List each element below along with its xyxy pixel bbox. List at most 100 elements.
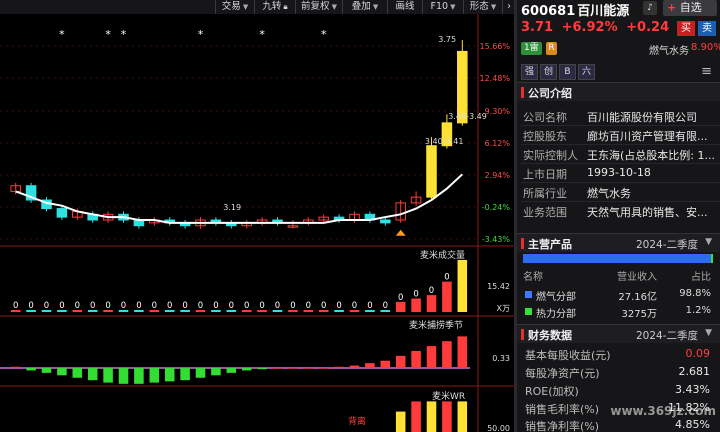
season-bar bbox=[226, 368, 237, 373]
chart-area[interactable]: 交易 ▼ 九转 🔒︎ 前复权 ▼ 叠加 ▼ 画线 F10 ▼ 形态 ▼ › * * * * * * 3.… bbox=[0, 0, 514, 432]
season-bar bbox=[318, 368, 329, 369]
toolbar-jiuzhuan-button[interactable]: 九转 🔒︎ bbox=[254, 0, 295, 14]
volume-value-label: 0 bbox=[90, 301, 95, 311]
toolbar-jiuzhuan-label: 九转 bbox=[262, 1, 282, 12]
product-revenue: 3275万 bbox=[621, 309, 657, 320]
products-section-header[interactable]: 主营产品 2024-二季度 ▼ bbox=[517, 233, 720, 252]
finance-row: ROE(加权) 3.43% bbox=[523, 382, 714, 399]
season-bar bbox=[87, 368, 98, 381]
company-row-value[interactable]: 王东海(占总股本比例: 1... bbox=[587, 147, 717, 163]
rank-badge[interactable]: 1雷 bbox=[521, 42, 542, 55]
chevron-down-icon[interactable]: ▼ bbox=[705, 328, 712, 338]
bell-icon[interactable]: ♪ bbox=[643, 1, 657, 15]
toolbar-more-button[interactable]: › bbox=[502, 0, 514, 14]
rank-label: 雷 bbox=[529, 43, 539, 53]
r-badge[interactable]: R bbox=[546, 42, 557, 55]
chevron-right-icon: › bbox=[507, 1, 511, 12]
axis-tick-label: 9.30% bbox=[484, 107, 510, 116]
finance-section-header[interactable]: 财务数据 2024-二季度 ▼ bbox=[517, 324, 720, 343]
moving-average-line bbox=[15, 173, 463, 224]
company-row: 所属行业 燃气水务 bbox=[521, 183, 720, 202]
company-row-key: 控股股东 bbox=[523, 130, 567, 143]
sell-button[interactable]: 卖 bbox=[698, 21, 716, 36]
volume-value-label: 0 bbox=[44, 301, 49, 311]
industry-label[interactable]: 燃气水务 bbox=[649, 42, 689, 57]
volume-value-label: 0 bbox=[229, 301, 234, 311]
product-name: 燃气分部 bbox=[536, 292, 576, 303]
season-bar bbox=[180, 368, 190, 381]
star-marker: * bbox=[321, 28, 327, 41]
season-bar bbox=[26, 368, 36, 371]
company-row-value[interactable]: 燃气水务 bbox=[587, 185, 717, 201]
season-bar bbox=[10, 366, 21, 368]
company-row: 业务范围 天然气用具的销售、安... bbox=[521, 202, 720, 220]
volume-panel-title: 麦米成交量 bbox=[420, 251, 466, 261]
volume-value-label: 0 bbox=[352, 301, 357, 311]
toolbar-f10-label: F10 bbox=[430, 1, 449, 12]
tag-strong[interactable]: 强 bbox=[521, 64, 538, 80]
volume-value-label: 0 bbox=[306, 301, 311, 311]
section-accent bbox=[521, 238, 524, 249]
toolbar-overlay-label: 叠加 bbox=[351, 1, 371, 12]
products-period[interactable]: 2024-二季度 bbox=[636, 237, 698, 252]
wr-bar bbox=[426, 401, 437, 432]
company-row: 控股股东 廊坊百川资产管理有限... bbox=[521, 126, 720, 145]
buy-button[interactable]: 买 bbox=[677, 21, 695, 36]
season-bar bbox=[380, 360, 391, 368]
company-row-key: 业务范围 bbox=[523, 206, 567, 219]
season-bar bbox=[57, 368, 67, 376]
season-bar bbox=[257, 368, 267, 370]
chevron-down-icon[interactable]: ▼ bbox=[705, 237, 712, 247]
products-section-title: 主营产品 bbox=[528, 238, 572, 251]
toolbar-draw-label: 画线 bbox=[395, 1, 415, 12]
volume-value-label: 0 bbox=[444, 273, 449, 283]
season-bar bbox=[164, 368, 175, 382]
company-row-key: 所属行业 bbox=[523, 187, 567, 200]
volume-bar bbox=[395, 301, 406, 312]
company-row-value[interactable]: 天然气用具的销售、安... bbox=[587, 204, 717, 220]
watermark: www.369jz.com bbox=[610, 404, 716, 418]
tag-chuang[interactable]: 创 bbox=[540, 64, 557, 80]
tag-liu[interactable]: 六 bbox=[578, 64, 595, 80]
toolbar-pattern-label: 形态 bbox=[469, 1, 489, 12]
toolbar-draw-button[interactable]: 画线 bbox=[387, 0, 422, 14]
divergence-label: 背离 bbox=[348, 415, 366, 427]
volume-value-label: 0 bbox=[321, 301, 326, 311]
toolbar-adjust-button[interactable]: 前复权 ▼ bbox=[295, 0, 342, 14]
toolbar-f10-button[interactable]: F10 ▼ bbox=[422, 0, 463, 14]
products-col-revenue: 营业收入 bbox=[617, 272, 657, 283]
add-watchlist-button[interactable]: + 自选 bbox=[663, 0, 717, 16]
toolbar-pattern-button[interactable]: 形态 ▼ bbox=[463, 0, 502, 14]
finance-key: 销售毛利率(%) bbox=[525, 403, 600, 416]
toolbar-trade-button[interactable]: 交易 ▼ bbox=[215, 0, 254, 14]
toolbar-overlay-button[interactable]: 叠加 ▼ bbox=[342, 0, 387, 14]
axis-tick-label: 6.12% bbox=[484, 139, 510, 148]
finance-section-title: 财务数据 bbox=[528, 329, 572, 342]
menu-icon[interactable]: ≡ bbox=[701, 64, 712, 79]
axis-tick-label: 12.48% bbox=[479, 74, 510, 83]
industry-change: 8.90% bbox=[691, 42, 720, 53]
change-amount: +0.24 bbox=[626, 20, 670, 35]
company-row-value[interactable]: 廊坊百川资产管理有限... bbox=[587, 128, 717, 144]
finance-key: ROE(加权) bbox=[525, 385, 579, 398]
price-line: 3.71 +6.92% +0.24 bbox=[521, 20, 669, 35]
axis-tick-label: -3.43% bbox=[481, 235, 510, 244]
volume-value-label: 0 bbox=[182, 301, 187, 311]
tag-b[interactable]: B bbox=[559, 64, 576, 80]
up-arrow-icon bbox=[395, 229, 406, 236]
company-row: 实际控制人 王东海(占总股本比例: 1... bbox=[521, 145, 720, 164]
volume-value-label: 0 bbox=[336, 301, 341, 311]
season-panel-title: 麦米捕捞季节 bbox=[409, 321, 464, 331]
volume-value-label: 0 bbox=[244, 301, 249, 311]
finance-period[interactable]: 2024-二季度 bbox=[636, 328, 698, 343]
change-pct: +6.92% bbox=[561, 20, 618, 35]
company-row-key: 公司名称 bbox=[523, 111, 567, 124]
legend-swatch bbox=[525, 308, 532, 315]
company-section-header[interactable]: 公司介绍 bbox=[517, 82, 720, 101]
section-accent bbox=[521, 329, 524, 340]
season-bar bbox=[149, 368, 160, 383]
price: 3.71 bbox=[521, 20, 554, 35]
candle-body bbox=[56, 208, 68, 218]
volume-value-label: 0 bbox=[367, 301, 372, 311]
volume-value-label: 0 bbox=[259, 301, 264, 311]
